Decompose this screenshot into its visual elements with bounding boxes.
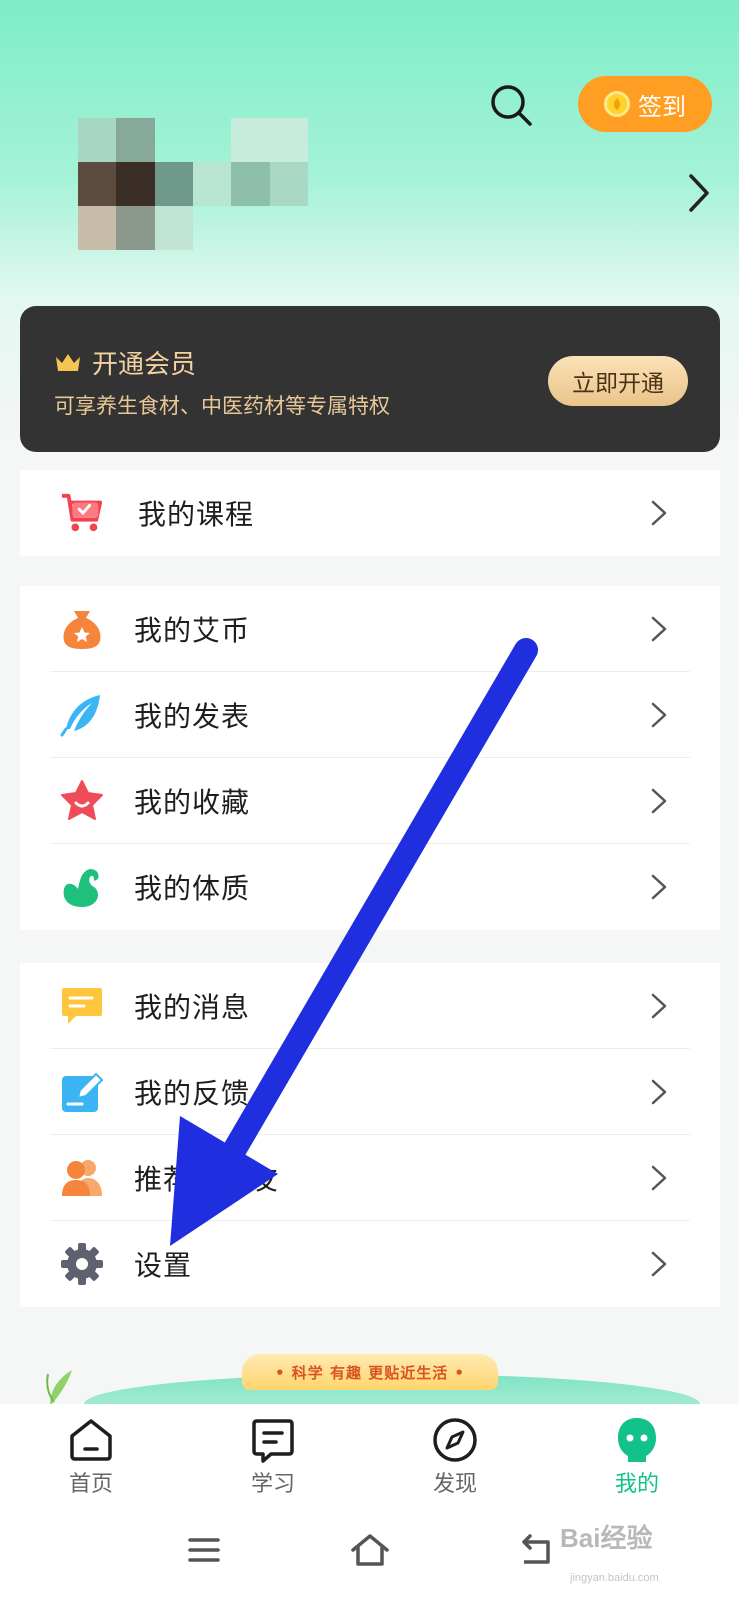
list-item-coins[interactable]: 我的艾币 — [20, 586, 720, 672]
search-icon — [491, 85, 532, 126]
chevron-right-icon — [651, 1079, 667, 1105]
avatar[interactable] — [78, 118, 308, 250]
home-button[interactable] — [348, 1530, 392, 1570]
chevron-right-icon — [651, 500, 667, 526]
cart-icon — [60, 491, 104, 535]
vip-open-button[interactable]: 立即开通 — [548, 356, 688, 406]
back-icon — [522, 1534, 550, 1564]
chevron-right-icon — [651, 1165, 667, 1191]
coin-icon — [604, 91, 630, 117]
chevron-right-icon — [689, 174, 709, 212]
menu-icon — [188, 1538, 220, 1562]
list-item-label: 我的发表 — [134, 700, 251, 733]
list-item-label: 我的收藏 — [134, 786, 251, 819]
list-item-feedback[interactable]: 我的反馈 — [20, 1049, 720, 1135]
coin-bag-icon — [60, 607, 104, 651]
search-button[interactable] — [486, 80, 536, 130]
tab-label: 我的 — [614, 1472, 659, 1497]
banner-slogan: • 科学 有趣 更贴近生活 • — [242, 1354, 498, 1390]
tab-label: 发现 — [432, 1472, 477, 1497]
checkin-button[interactable]: 签到 — [578, 76, 712, 132]
tab-label: 首页 — [68, 1472, 113, 1497]
checkin-label: 签到 — [638, 92, 686, 121]
vip-title-row: 开通会员 — [54, 344, 196, 381]
feather-icon — [60, 693, 104, 737]
list-item-settings[interactable]: 设置 — [20, 1221, 720, 1307]
misc-group: 我的消息 我的反馈 推荐给朋友 设置 — [20, 963, 720, 1307]
back-button[interactable] — [514, 1530, 558, 1570]
menu-button[interactable] — [182, 1530, 226, 1570]
tab-study[interactable]: 学习 — [228, 1416, 318, 1498]
courses-group: 我的课程 — [20, 470, 720, 556]
chevron-right-icon — [651, 616, 667, 642]
list-item-messages[interactable]: 我的消息 — [20, 963, 720, 1049]
list-item-label: 我的课程 — [138, 498, 255, 531]
profile-icon — [613, 1416, 661, 1464]
list-item-label: 推荐给朋友 — [134, 1163, 280, 1196]
chevron-right-icon — [651, 874, 667, 900]
list-item-recommend[interactable]: 推荐给朋友 — [20, 1135, 720, 1221]
list-item-courses[interactable]: 我的课程 — [20, 470, 720, 556]
chevron-right-icon — [651, 702, 667, 728]
star-icon — [60, 779, 104, 823]
study-icon — [249, 1416, 297, 1464]
list-item-label: 设置 — [134, 1249, 193, 1282]
profile-chevron[interactable] — [684, 170, 714, 216]
tab-home[interactable]: 首页 — [46, 1416, 136, 1498]
watermark: Bai经验 — [560, 1523, 653, 1553]
crown-icon — [56, 353, 80, 371]
list-item-favorites[interactable]: 我的收藏 — [20, 758, 720, 844]
feedback-icon — [60, 1070, 104, 1114]
tab-label: 学习 — [250, 1472, 295, 1497]
vip-card[interactable]: 开通会员 可享养生食材、中医药材等专属特权 立即开通 — [20, 306, 720, 452]
vip-subtitle: 可享养生食材、中医药材等专属特权 — [54, 394, 390, 418]
promo-banner[interactable]: • 科学 有趣 更贴近生活 • — [40, 1348, 712, 1404]
home-outline-icon — [351, 1534, 389, 1566]
gear-icon — [60, 1242, 104, 1286]
home-icon — [67, 1416, 115, 1464]
chevron-right-icon — [651, 1251, 667, 1277]
assets-group: 我的艾币 我的发表 我的收藏 我的体质 — [20, 586, 720, 930]
message-icon — [60, 984, 104, 1028]
users-icon — [60, 1156, 104, 1200]
list-item-posts[interactable]: 我的发表 — [20, 672, 720, 758]
compass-icon — [431, 1416, 479, 1464]
muscle-icon — [60, 865, 104, 909]
list-item-label: 我的反馈 — [134, 1077, 251, 1110]
list-item-constitution[interactable]: 我的体质 — [20, 844, 720, 930]
chevron-right-icon — [651, 788, 667, 814]
chevron-right-icon — [651, 993, 667, 1019]
list-item-label: 我的艾币 — [134, 614, 251, 647]
vip-title: 开通会员 — [92, 350, 197, 380]
bottom-tab-bar: 首页 学习 发现 我的 — [0, 1404, 739, 1504]
list-item-label: 我的消息 — [134, 991, 251, 1024]
leaf-icon — [46, 1370, 72, 1404]
watermark-url: jingyan.baidu.com — [570, 1572, 659, 1584]
list-item-label: 我的体质 — [134, 872, 251, 905]
tab-discover[interactable]: 发现 — [410, 1416, 500, 1498]
tab-profile[interactable]: 我的 — [592, 1416, 682, 1498]
